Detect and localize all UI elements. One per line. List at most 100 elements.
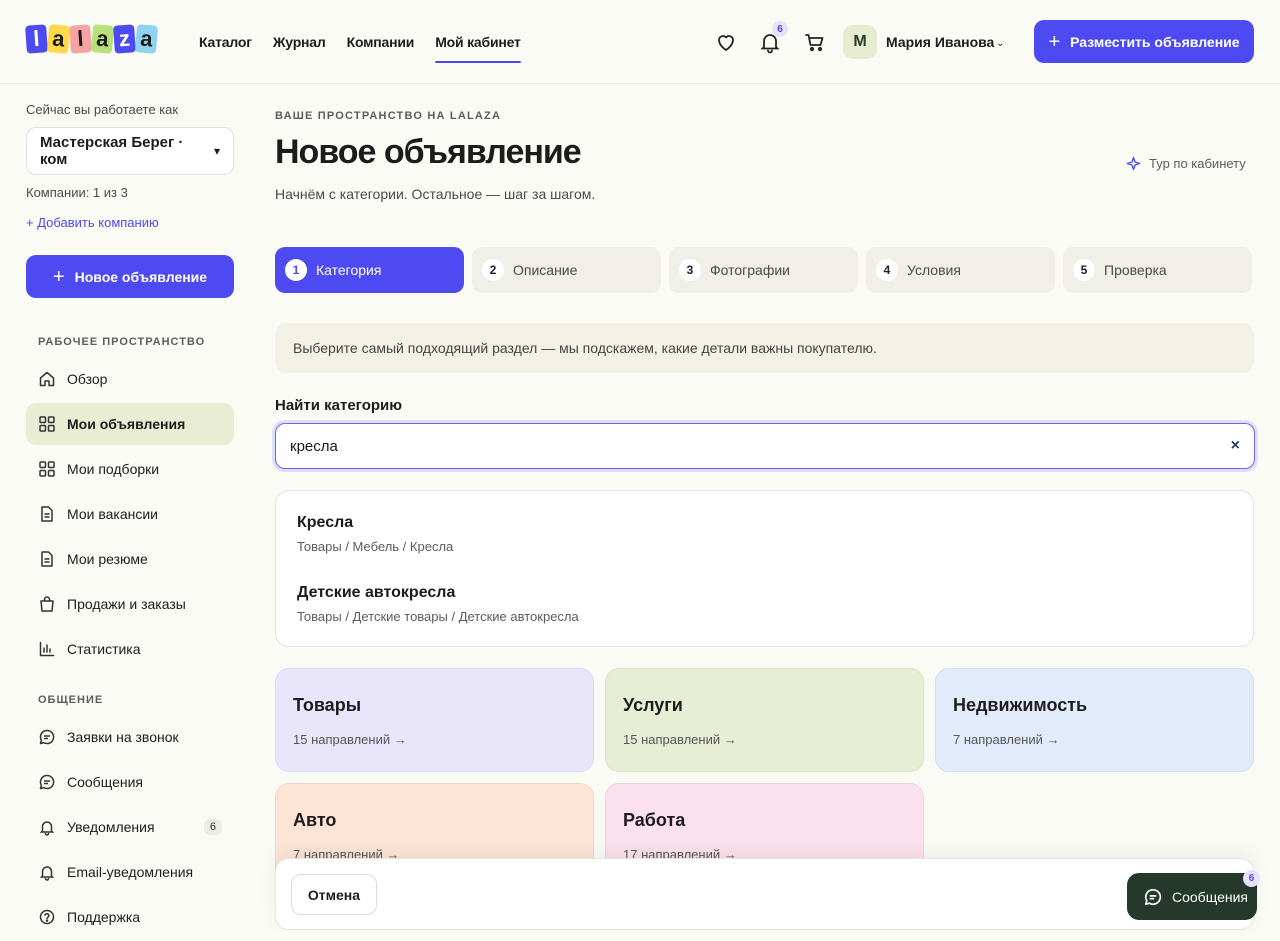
category-title: Недвижимость [953, 695, 1088, 715]
sidebar-item-vacancies[interactable]: Мои вакансии [26, 493, 234, 535]
sidebar-item-email-notifications[interactable]: Email-уведомления [26, 851, 234, 893]
companies-count: Компании: 1 из 3 [26, 185, 128, 200]
step-number: 1 [285, 259, 307, 281]
search-results: Кресла Товары / Мебель / Кресла Детские … [275, 490, 1254, 647]
category-count: 7 направлений → [953, 732, 1060, 747]
sidebar-item-label: Уведомления [67, 819, 155, 835]
category-search-field[interactable]: × [275, 423, 1255, 469]
step-label: Фотографии [710, 262, 791, 278]
page-subtitle: Начнём с категории. Остальное — шаг за ш… [275, 186, 596, 202]
sidebar-item-resumes[interactable]: Мои резюме [26, 538, 234, 580]
sidebar-item-support[interactable]: Поддержка [26, 896, 234, 938]
sidebar-item-label: Обзор [67, 371, 108, 387]
chat-icon [1143, 887, 1163, 907]
page-title: Новое объявление [275, 133, 582, 171]
step-label: Проверка [1104, 262, 1167, 278]
sidebar-item-collections[interactable]: Мои подборки [26, 448, 234, 490]
new-ad-label: Новое объявление [74, 268, 208, 285]
add-company-link[interactable]: + Добавить компанию [26, 215, 159, 230]
sidebar-item-my-ads[interactable]: Мои объявления [26, 403, 234, 445]
sidebar-item-call-requests[interactable]: Заявки на звонок [26, 716, 234, 758]
step-review[interactable]: 5 Проверка [1063, 247, 1252, 293]
chat-icon [38, 773, 56, 791]
sidebar-item-label: Заявки на звонок [67, 729, 179, 745]
category-title: Авто [293, 810, 337, 830]
sidebar-item-statistics[interactable]: Статистика [26, 628, 234, 670]
grid-icon [38, 460, 56, 478]
logo-letter: z [113, 24, 136, 54]
sidebar-item-label: Мои вакансии [67, 506, 158, 522]
section-communication: ОБЩЕНИЕ [38, 694, 104, 706]
cart-icon[interactable] [803, 30, 827, 54]
sidebar-item-label: Email-уведомления [67, 864, 194, 880]
category-search-input[interactable] [290, 437, 1231, 455]
lalaza-logo[interactable]: l a l a z a [25, 24, 159, 54]
step-conditions[interactable]: 4 Условия [866, 247, 1055, 293]
company-select[interactable]: Мастерская Берег · ком ▾ [26, 127, 234, 175]
plus-icon: + [1048, 30, 1061, 53]
category-card-services[interactable]: Услуги 15 направлений → [605, 668, 924, 772]
chart-icon [38, 640, 56, 658]
sidebar-item-label: Сообщения [67, 774, 143, 790]
post-ad-button[interactable]: + Разместить объявление [1034, 20, 1254, 63]
chevron-down-icon[interactable]: ⌄ [996, 38, 1004, 49]
logo-letter: a [46, 24, 71, 54]
sidebar-item-overview[interactable]: Обзор [26, 358, 234, 400]
step-number: 5 [1073, 259, 1095, 281]
nav-catalog[interactable]: Каталог [199, 0, 252, 84]
category-title: Товары [293, 695, 362, 715]
user-name[interactable]: Мария Иванова [886, 34, 994, 50]
document-icon [38, 505, 56, 523]
sidebar-item-label: Мои подборки [67, 461, 160, 477]
nav-journal[interactable]: Журнал [273, 0, 326, 84]
messages-badge: 6 [1243, 870, 1260, 887]
sidebar-item-messages[interactable]: Сообщения [26, 761, 234, 803]
logo-letter: l [69, 24, 92, 54]
chevron-down-icon: ▾ [213, 144, 220, 158]
messages-fab[interactable]: Сообщения [1127, 873, 1257, 920]
step-label: Категория [316, 262, 382, 278]
top-header: l a l a z a Каталог Журнал Компании Мой … [0, 0, 1280, 84]
step-category[interactable]: 1 Категория [275, 247, 464, 293]
result-title: Кресла [297, 514, 354, 531]
step-label: Условия [907, 262, 961, 278]
bell-icon [38, 863, 56, 881]
tour-link-label: Тур по кабинету [1149, 156, 1246, 171]
sidebar-item-label: Продажи и заказы [67, 596, 186, 612]
sidebar-item-label: Поддержка [67, 909, 141, 925]
bell-icon [38, 818, 56, 836]
clear-icon[interactable]: × [1231, 437, 1240, 455]
sparkle-icon [1126, 156, 1141, 171]
avatar[interactable]: М [843, 25, 877, 59]
post-ad-label: Разместить объявление [1070, 33, 1240, 50]
step-number: 4 [876, 259, 898, 281]
heart-icon[interactable] [714, 30, 738, 54]
category-card-goods[interactable]: Товары 15 направлений → [275, 668, 594, 772]
search-label: Найти категорию [275, 397, 403, 414]
sidebar-item-label: Мои объявления [67, 416, 186, 432]
nav-companies[interactable]: Компании [347, 0, 415, 84]
nav-my-cabinet[interactable]: Мой кабинет [435, 0, 522, 84]
page-eyebrow: ВАШЕ ПРОСТРАНСТВО НА LALAZA [275, 110, 502, 122]
step-number: 2 [482, 259, 504, 281]
sidebar-item-label: Статистика [67, 641, 141, 657]
chat-icon [38, 728, 56, 746]
category-card-realty[interactable]: Недвижимость 7 направлений → [935, 668, 1254, 772]
main-nav: Каталог Журнал Компании Мой кабинет [199, 0, 542, 84]
cancel-button[interactable]: Отмена [291, 874, 377, 915]
new-ad-button[interactable]: + Новое объявление [26, 255, 234, 298]
home-icon [38, 370, 56, 388]
search-result-item[interactable]: Кресла Товары / Мебель / Кресла [297, 514, 453, 554]
working-as-label: Сейчас вы работаете как [26, 102, 179, 117]
stepper: 1 Категория 2 Описание 3 Фотографии 4 Ус… [275, 247, 1252, 293]
logo-letter: a [134, 24, 159, 54]
sidebar-item-sales[interactable]: Продажи и заказы [26, 583, 234, 625]
step-photos[interactable]: 3 Фотографии [669, 247, 858, 293]
step-description[interactable]: 2 Описание [472, 247, 661, 293]
company-select-value: Мастерская Берег · ком [40, 134, 184, 168]
notifications-count-badge: 6 [203, 819, 222, 835]
category-count: 15 направлений → [293, 732, 407, 747]
sidebar-item-notifications[interactable]: Уведомления 6 [26, 806, 234, 848]
tour-link[interactable]: Тур по кабинету [1126, 156, 1246, 171]
search-result-item[interactable]: Детские автокресла Товары / Детские това… [297, 584, 579, 624]
